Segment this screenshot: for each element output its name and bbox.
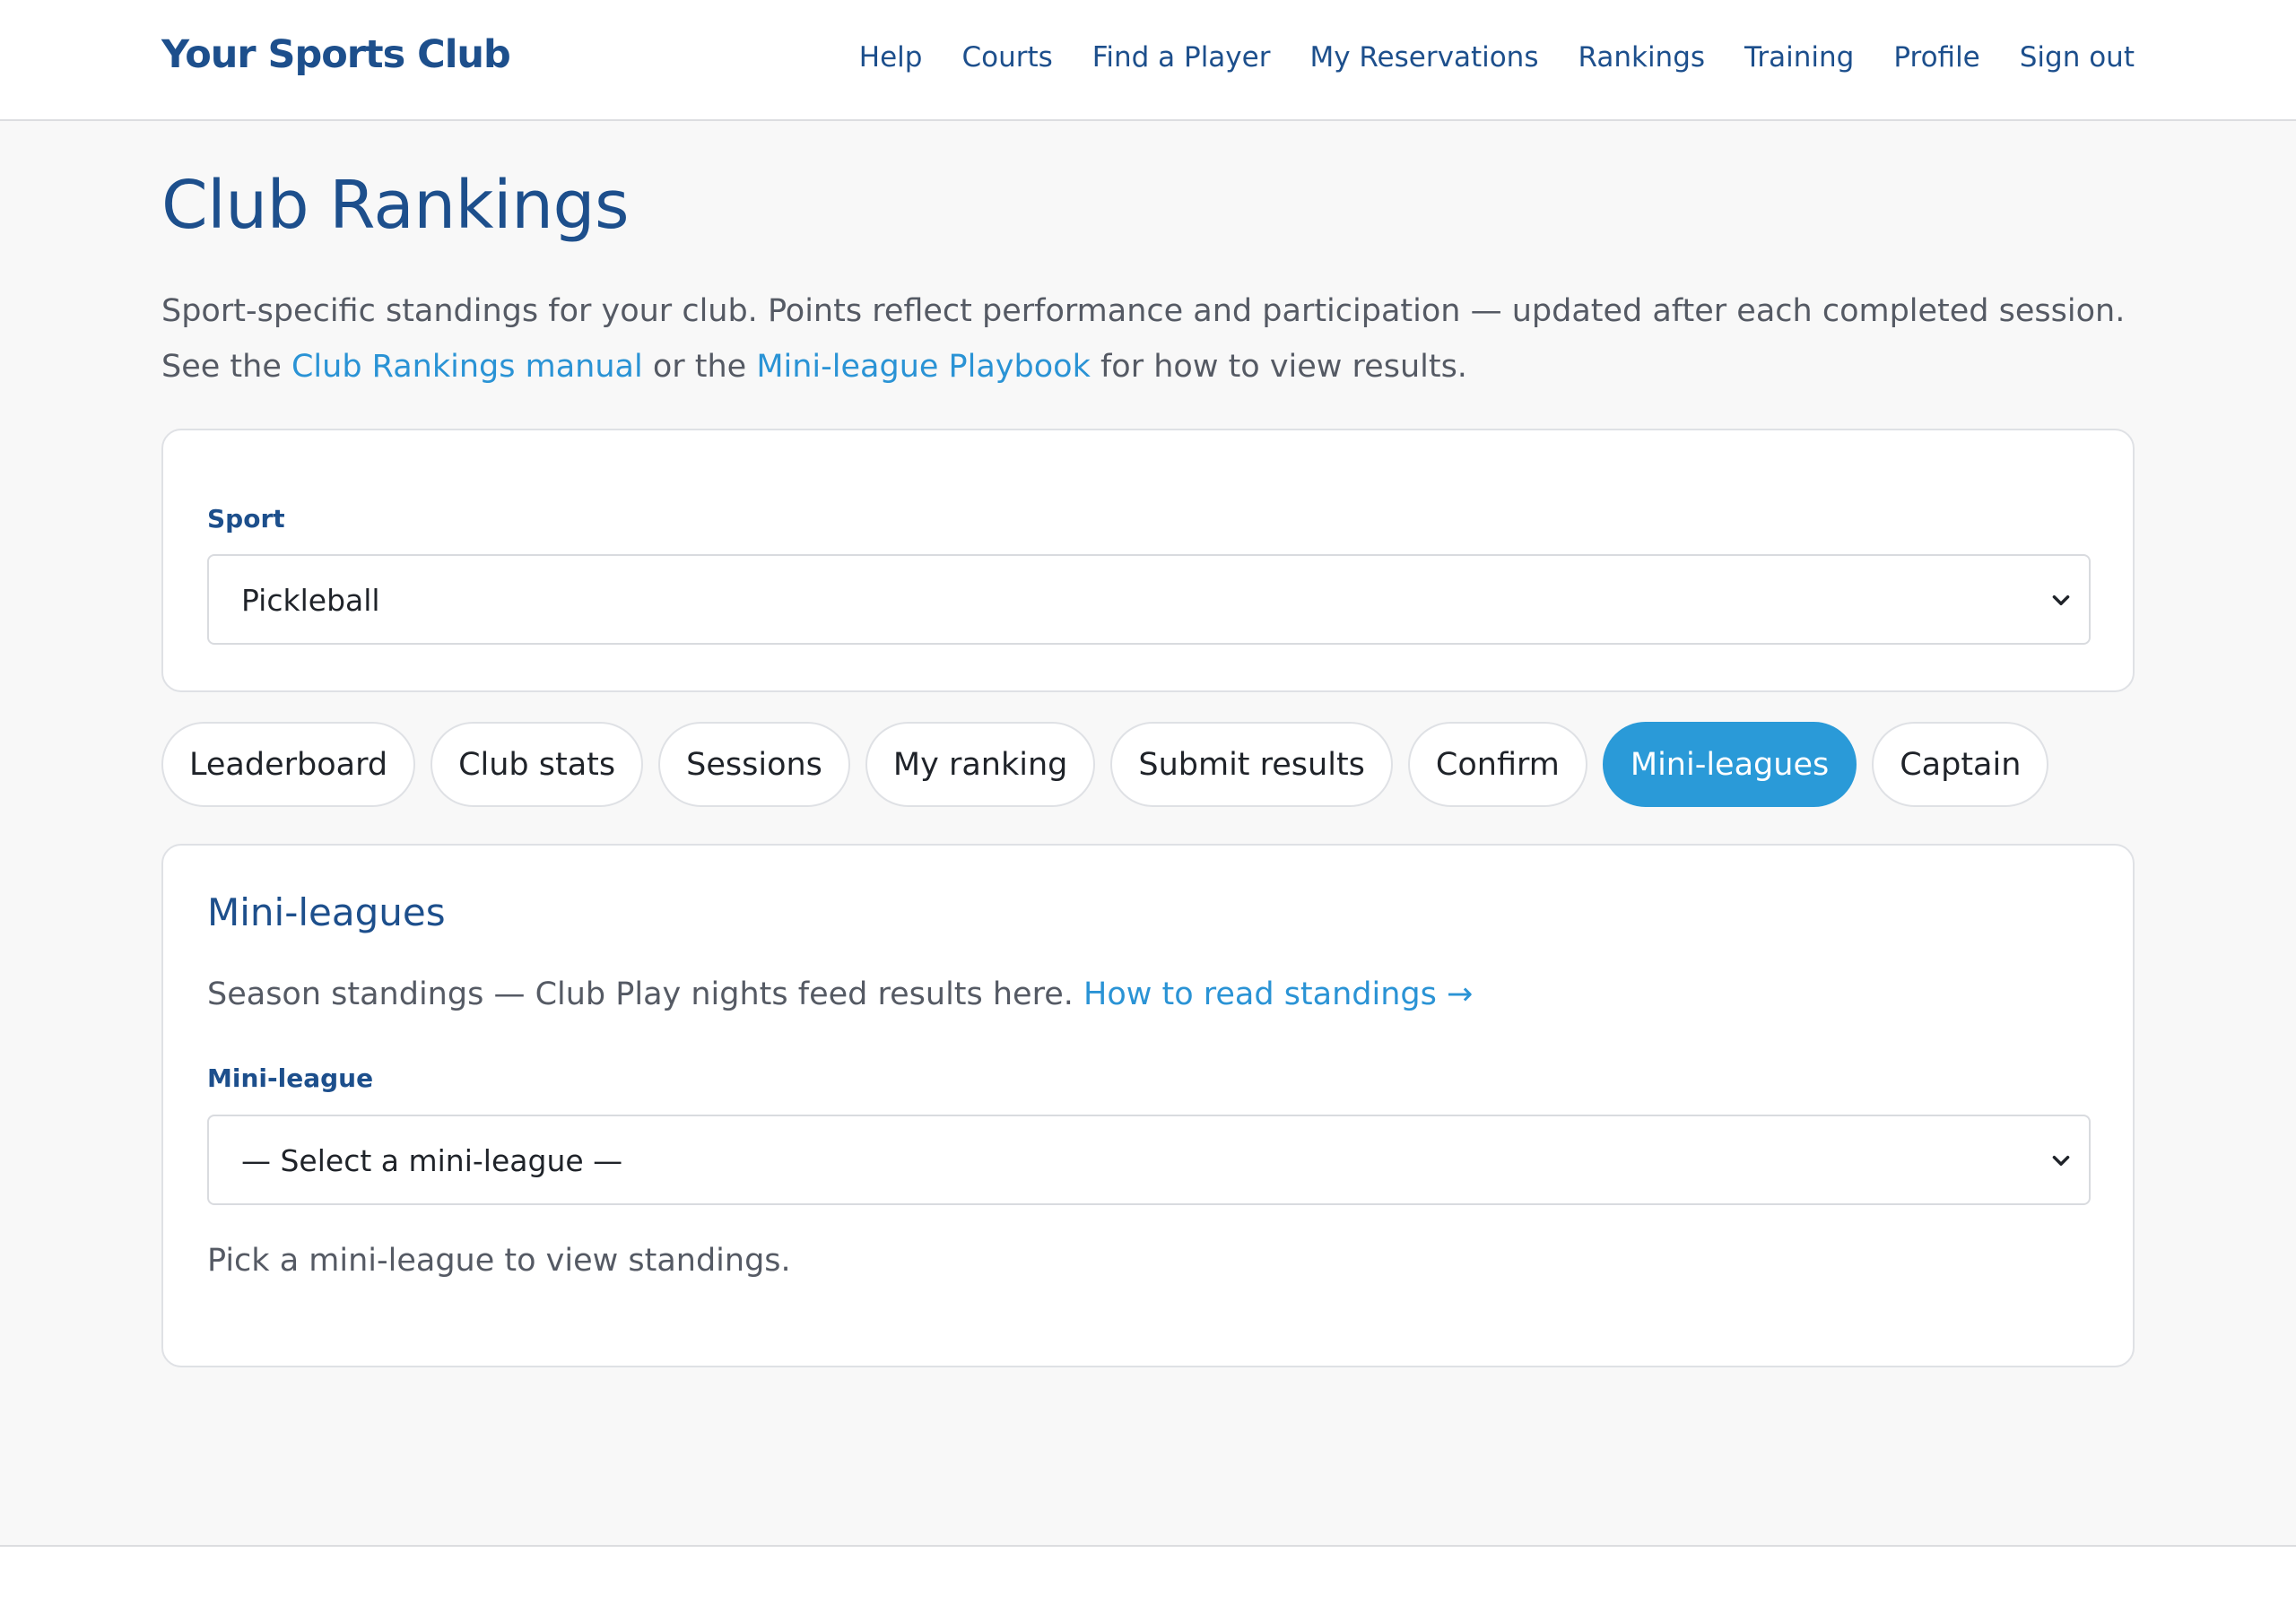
- page-footer: [0, 1545, 2296, 1614]
- mini-leagues-panel: Mini-leagues Season standings — Club Pla…: [161, 844, 2135, 1367]
- tab-captain[interactable]: Captain: [1872, 722, 2049, 807]
- nav-training[interactable]: Training: [1744, 41, 1854, 74]
- top-navbar: Your Sports Club Help Courts Find a Play…: [0, 0, 2296, 121]
- mini-leagues-description: Season standings — Club Play nights feed…: [207, 976, 1473, 1012]
- sport-label: Sport: [207, 504, 285, 534]
- mini-league-label: Mini-league: [207, 1063, 374, 1093]
- intro-text-3: for how to view results.: [1090, 349, 1467, 385]
- rankings-tabs: Leaderboard Club stats Sessions My ranki…: [161, 722, 2049, 807]
- nav-find-a-player[interactable]: Find a Player: [1092, 41, 1271, 74]
- club-rankings-manual-link[interactable]: Club Rankings manual: [291, 349, 643, 385]
- sport-select-value: Pickleball: [241, 583, 380, 618]
- sport-selector-card: Sport Pickleball: [161, 429, 2135, 692]
- mini-league-empty-hint: Pick a mini-league to view standings.: [207, 1243, 791, 1279]
- tab-my-ranking[interactable]: My ranking: [865, 722, 1096, 807]
- sport-select[interactable]: Pickleball: [207, 554, 2091, 645]
- tab-sessions[interactable]: Sessions: [658, 722, 850, 807]
- mini-leagues-title: Mini-leagues: [207, 890, 446, 934]
- tab-leaderboard[interactable]: Leaderboard: [161, 722, 416, 807]
- how-to-read-standings-link[interactable]: How to read standings →: [1083, 976, 1473, 1012]
- mini-league-select-value: — Select a mini-league —: [241, 1143, 623, 1178]
- nav-sign-out[interactable]: Sign out: [2020, 41, 2135, 74]
- tab-club-stats[interactable]: Club stats: [430, 722, 644, 807]
- mini-leagues-description-text: Season standings — Club Play nights feed…: [207, 976, 1083, 1012]
- page-intro: Sport-specific standings for your club. …: [161, 283, 2144, 395]
- nav-profile[interactable]: Profile: [1893, 41, 1979, 74]
- brand-logo[interactable]: Your Sports Club: [161, 32, 511, 77]
- chevron-down-icon: [2052, 1155, 2070, 1166]
- nav-courts[interactable]: Courts: [961, 41, 1052, 74]
- chevron-down-icon: [2052, 594, 2070, 605]
- mini-league-playbook-link[interactable]: Mini-league Playbook: [756, 349, 1091, 385]
- tab-mini-leagues[interactable]: Mini-leagues: [1602, 722, 1857, 807]
- tab-confirm[interactable]: Confirm: [1407, 722, 1587, 807]
- page-title: Club Rankings: [161, 167, 630, 244]
- main-nav: Help Courts Find a Player My Reservation…: [859, 41, 2135, 74]
- nav-help[interactable]: Help: [859, 41, 923, 74]
- intro-text-2: or the: [642, 349, 757, 385]
- nav-my-reservations[interactable]: My Reservations: [1309, 41, 1538, 74]
- nav-rankings[interactable]: Rankings: [1578, 41, 1705, 74]
- tab-submit-results[interactable]: Submit results: [1110, 722, 1393, 807]
- mini-league-select[interactable]: — Select a mini-league —: [207, 1115, 2091, 1205]
